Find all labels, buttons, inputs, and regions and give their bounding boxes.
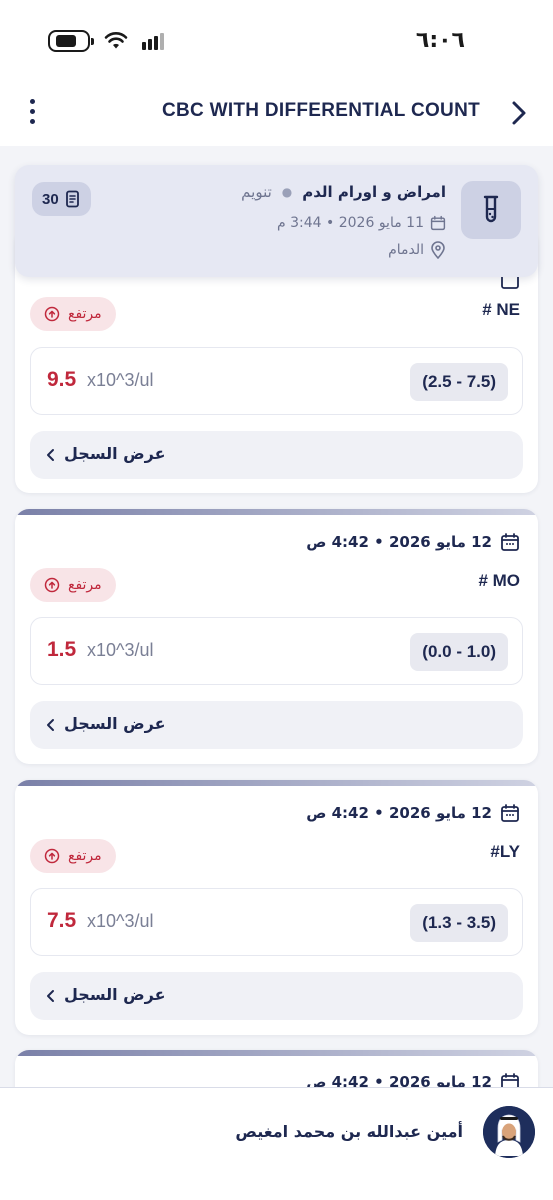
clinic-location: الدمام	[388, 241, 446, 259]
status-badge: مرتفع	[30, 839, 116, 873]
reference-range: (2.5 - 7.5)	[410, 363, 508, 401]
wifi-icon	[104, 32, 128, 49]
card-accent-bar	[15, 509, 538, 515]
result-value: 1.5	[47, 638, 77, 661]
status-badge: مرتفع	[30, 568, 116, 602]
clinic-location-text: الدمام	[388, 242, 424, 258]
app-header: CBC WITH DIFFERENTIAL COUNT	[0, 80, 553, 146]
results-count: 30	[42, 190, 59, 208]
result-value-box: 9.5 x10^3/ul (2.5 - 7.5)	[30, 347, 523, 415]
view-record-label: عرض السجل	[64, 444, 166, 463]
status-label: مرتفع	[68, 848, 102, 864]
clinic-info-card[interactable]: امراض و اورام الدم ● تنويم 11 مايو 2026 …	[15, 165, 538, 277]
result-date-text: 12 مايو 2026 • 4:42 ص	[306, 533, 492, 551]
signal-icon	[142, 32, 164, 50]
result-value: 7.5	[47, 909, 77, 932]
document-list-icon	[65, 190, 79, 208]
chevron-left-icon	[47, 719, 54, 731]
chevron-right-icon[interactable]	[505, 98, 533, 128]
user-bar: أمين عبدالله بن محمد امغيص	[0, 1087, 553, 1200]
test-name: # MO	[478, 571, 520, 590]
view-record-button[interactable]: عرض السجل	[30, 701, 523, 749]
status-label: مرتفع	[68, 577, 102, 593]
results-count-badge[interactable]: 30	[32, 182, 91, 216]
chevron-left-icon	[47, 990, 54, 1002]
more-vertical-icon[interactable]	[20, 94, 44, 128]
user-name: أمين عبدالله بن محمد امغيص	[235, 1122, 463, 1141]
view-record-button[interactable]: عرض السجل	[30, 972, 523, 1020]
location-pin-icon	[431, 241, 445, 259]
admission-type: تنويم	[241, 183, 272, 201]
status-time: ٦:٠٦	[415, 28, 465, 53]
separator-dot: ●	[281, 185, 293, 199]
result-value: 9.5	[47, 368, 77, 391]
status-label: مرتفع	[68, 306, 102, 322]
view-record-label: عرض السجل	[64, 714, 166, 733]
test-name: # NE	[482, 300, 520, 319]
test-name: #LY	[490, 842, 520, 861]
clinic-name: امراض و اورام الدم	[302, 183, 446, 201]
battery-icon	[48, 30, 94, 52]
page-title: CBC WITH DIFFERENTIAL COUNT	[161, 100, 480, 121]
result-date-text: 12 مايو 2026 • 4:42 ص	[306, 804, 492, 822]
result-unit: x10^3/ul	[87, 640, 154, 660]
status-bar: ٦:٠٦	[0, 0, 553, 80]
result-card: 12 مايو 2026 • 4:42 ص #LY مرتفع 7.5 x10^…	[15, 780, 538, 1035]
result-date: 12 مايو 2026 • 4:42 ص	[306, 532, 520, 552]
result-value-box: 1.5 x10^3/ul (0.0 - 1.0)	[30, 617, 523, 685]
clinic-icon-box	[461, 181, 521, 239]
status-icons	[48, 30, 164, 52]
result-value-box: 7.5 x10^3/ul (1.3 - 3.5)	[30, 888, 523, 956]
avatar[interactable]	[483, 1106, 535, 1158]
result-unit: x10^3/ul	[87, 911, 154, 931]
arrow-up-circle-icon	[44, 577, 60, 593]
arrow-up-circle-icon	[44, 848, 60, 864]
reference-range: (0.0 - 1.0)	[410, 633, 508, 671]
card-accent-bar	[15, 780, 538, 786]
card-accent-bar	[15, 1050, 538, 1056]
clinic-title-line: امراض و اورام الدم ● تنويم	[241, 183, 446, 201]
view-record-button[interactable]: عرض السجل	[30, 431, 523, 479]
view-record-label: عرض السجل	[64, 985, 166, 1004]
chevron-left-icon	[47, 449, 54, 461]
clinic-datetime-text: 11 مايو 2026 • 3:44 م	[276, 215, 424, 231]
test-tube-icon	[483, 195, 499, 223]
result-unit: x10^3/ul	[87, 370, 154, 390]
result-card: 12 مايو 2026 • 4:42 ص # MO مرتفع 1.5 x10…	[15, 509, 538, 764]
calendar-icon	[501, 533, 519, 551]
status-badge: مرتفع	[30, 297, 116, 331]
user-avatar-icon	[483, 1106, 535, 1158]
result-date: 12 مايو 2026 • 4:42 ص	[306, 803, 520, 823]
clinic-datetime: 11 مايو 2026 • 3:44 م	[277, 215, 446, 231]
reference-range: (1.3 - 3.5)	[410, 904, 508, 942]
calendar-icon	[430, 215, 446, 231]
arrow-up-circle-icon	[44, 306, 60, 322]
calendar-icon	[501, 804, 519, 822]
